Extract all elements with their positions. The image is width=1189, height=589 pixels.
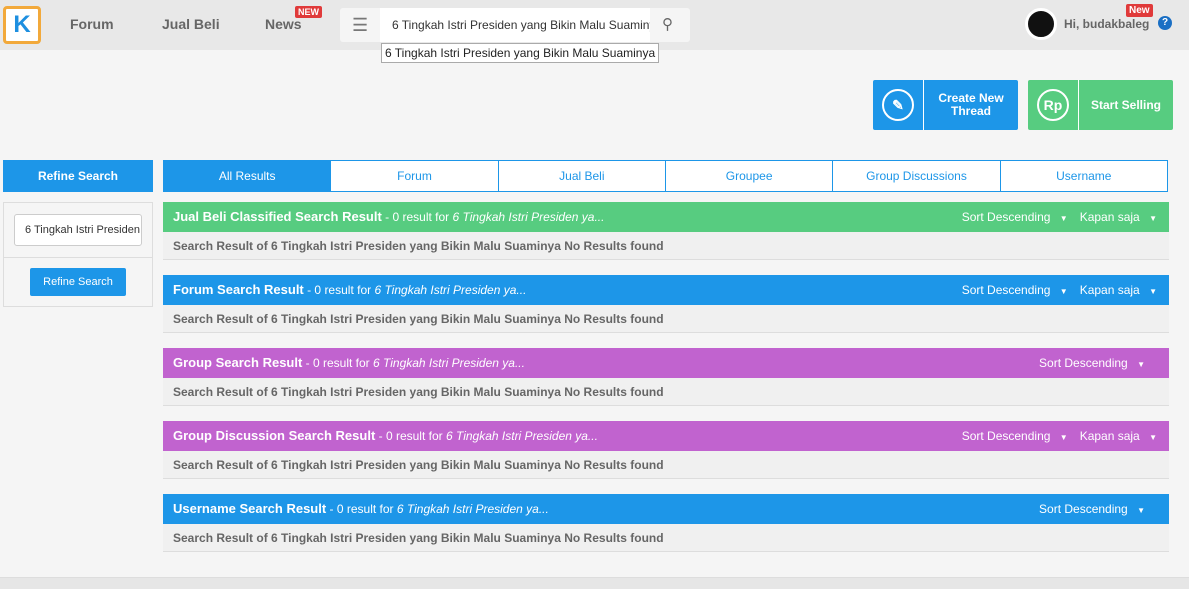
- sort-dropdown[interactable]: Sort Descending ▼: [1039, 502, 1157, 516]
- time-label: Kapan saja: [1079, 210, 1140, 224]
- sort-label: Sort Descending: [1039, 502, 1128, 516]
- nav-news[interactable]: News: [265, 16, 302, 32]
- section-body: Search Result of 6 Tingkah Istri Preside…: [163, 378, 1169, 406]
- sort-label: Sort Descending: [961, 429, 1051, 443]
- section-query: 6 Tingkah Istri Presiden ya...: [445, 429, 598, 443]
- time-dropdown[interactable]: Kapan saja ▼: [1080, 429, 1157, 443]
- caret-down-icon: ▼: [1059, 214, 1068, 223]
- search-bar: ☰ ⚲: [340, 8, 690, 42]
- caret-down-icon: ▼: [1137, 506, 1145, 515]
- caret-down-icon: ▼: [1149, 287, 1157, 296]
- result-section: Group Search Result - 0 result for 6 Tin…: [163, 348, 1169, 406]
- caret-down-icon: ▼: [1059, 433, 1068, 442]
- time-dropdown[interactable]: Kapan saja ▼: [1080, 210, 1157, 224]
- section-query: 6 Tingkah Istri Presiden ya...: [373, 356, 525, 370]
- caret-down-icon: ▼: [1059, 287, 1068, 296]
- logo[interactable]: K: [3, 6, 41, 44]
- tab-forum[interactable]: Forum: [330, 161, 498, 191]
- tab-username[interactable]: Username: [999, 161, 1167, 191]
- sort-label: Sort Descending: [961, 210, 1051, 224]
- section-header: Forum Search Result - 0 result for 6 Tin…: [163, 275, 1169, 305]
- create-thread-label: Create New Thread: [938, 91, 1004, 118]
- tab-all-results[interactable]: All Results: [164, 161, 331, 191]
- tab-groupee[interactable]: Groupee: [664, 161, 833, 191]
- time-dropdown[interactable]: Kapan saja ▼: [1080, 283, 1157, 297]
- rupiah-icon: Rp: [1037, 89, 1069, 121]
- menu-icon[interactable]: ☰: [352, 15, 368, 36]
- refine-search-button[interactable]: Refine Search: [30, 268, 126, 296]
- sort-dropdown[interactable]: Sort Descending ▼: [962, 429, 1080, 443]
- nav-jual-beli[interactable]: Jual Beli: [162, 16, 220, 32]
- caret-down-icon: ▼: [1149, 433, 1157, 442]
- section-count: - 0 result for: [375, 429, 446, 443]
- pencil-icon: ✎: [882, 89, 914, 121]
- result-section: Group Discussion Search Result - 0 resul…: [163, 421, 1169, 479]
- refine-input[interactable]: [14, 214, 142, 246]
- section-count: - 0 result for: [303, 283, 375, 297]
- section-body: Search Result of 6 Tingkah Istri Preside…: [163, 305, 1169, 333]
- section-header: Group Discussion Search Result - 0 resul…: [163, 421, 1169, 451]
- help-icon[interactable]: ?: [1158, 16, 1172, 30]
- tab-jual-beli[interactable]: Jual Beli: [497, 161, 665, 191]
- result-tabs: All Results Forum Jual Beli Groupee Grou…: [163, 160, 1168, 192]
- section-count: - 0 result for: [326, 502, 397, 516]
- section-body: Search Result of 6 Tingkah Istri Preside…: [163, 524, 1169, 552]
- user-greeting[interactable]: Hi, budakbaleg: [1064, 17, 1149, 31]
- result-section: Jual Beli Classified Search Result - 0 r…: [163, 202, 1169, 260]
- news-badge: NEW: [295, 6, 322, 18]
- user-new-badge: New: [1126, 4, 1153, 17]
- tab-group-discussions[interactable]: Group Discussions: [832, 161, 1000, 191]
- start-selling-label: Start Selling: [1090, 97, 1161, 112]
- section-title: Forum Search Result: [173, 282, 304, 297]
- result-section: Username Search Result - 0 result for 6 …: [163, 494, 1169, 552]
- section-title: Username Search Result: [173, 501, 327, 516]
- section-count: - 0 result for: [302, 356, 373, 370]
- section-header: Username Search Result - 0 result for 6 …: [163, 494, 1169, 524]
- section-count: - 0 result for: [381, 210, 453, 224]
- sort-dropdown[interactable]: Sort Descending ▼: [962, 210, 1080, 224]
- create-thread-button[interactable]: ✎ Create New Thread: [873, 80, 1018, 130]
- section-title: Group Search Result: [173, 355, 303, 370]
- section-header: Jual Beli Classified Search Result - 0 r…: [163, 202, 1169, 232]
- refine-panel: Refine Search: [3, 202, 153, 307]
- section-title: Jual Beli Classified Search Result: [173, 209, 382, 224]
- sort-label: Sort Descending: [961, 283, 1051, 297]
- section-title: Group Discussion Search Result: [173, 428, 376, 443]
- start-selling-button[interactable]: Rp Start Selling: [1028, 80, 1173, 130]
- sort-dropdown[interactable]: Sort Descending ▼: [962, 283, 1080, 297]
- time-label: Kapan saja: [1079, 283, 1140, 297]
- section-query: 6 Tingkah Istri Presiden ya...: [396, 502, 549, 516]
- time-label: Kapan saja: [1079, 429, 1140, 443]
- caret-down-icon: ▼: [1149, 214, 1157, 223]
- section-header: Group Search Result - 0 result for 6 Tin…: [163, 348, 1169, 378]
- search-input[interactable]: [380, 8, 650, 42]
- footer-bar: [0, 577, 1189, 589]
- section-query: 6 Tingkah Istri Presiden ya...: [374, 283, 527, 297]
- section-query: 6 Tingkah Istri Presiden ya...: [452, 210, 605, 224]
- refine-search-title: Refine Search: [3, 160, 153, 192]
- caret-down-icon: ▼: [1137, 360, 1145, 369]
- sort-dropdown[interactable]: Sort Descending ▼: [1039, 356, 1157, 370]
- search-icon[interactable]: ⚲: [662, 15, 673, 33]
- section-body: Search Result of 6 Tingkah Istri Preside…: [163, 451, 1169, 479]
- section-body: Search Result of 6 Tingkah Istri Preside…: [163, 232, 1169, 260]
- search-tooltip: 6 Tingkah Istri Presiden yang Bikin Malu…: [381, 43, 660, 63]
- avatar[interactable]: [1025, 8, 1057, 40]
- sort-label: Sort Descending: [1039, 356, 1128, 370]
- nav-forum[interactable]: Forum: [70, 16, 114, 32]
- result-section: Forum Search Result - 0 result for 6 Tin…: [163, 275, 1169, 333]
